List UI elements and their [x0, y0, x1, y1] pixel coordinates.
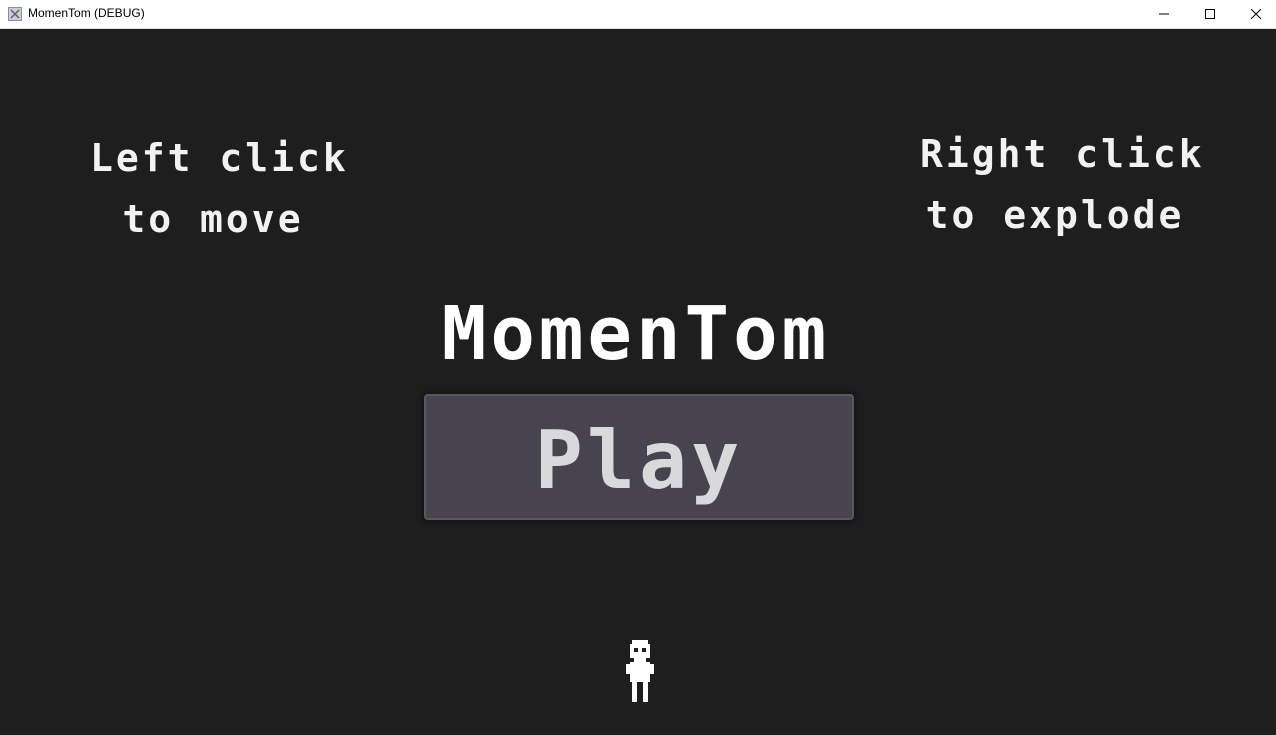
game-viewport[interactable]: Left click to move Right click to explod… [0, 29, 1276, 735]
left-hint-line1: Left click [90, 136, 349, 180]
app-icon [8, 7, 22, 21]
minimize-button[interactable] [1141, 0, 1187, 28]
right-hint-line2: to explode [925, 193, 1185, 237]
close-button[interactable] [1233, 0, 1276, 28]
close-icon [1251, 9, 1261, 19]
right-hint-line1: Right click [920, 132, 1205, 176]
right-click-hint: Right click to explode [920, 124, 1205, 246]
play-button-label: Play [534, 414, 744, 507]
game-title: MomenTom [441, 291, 831, 377]
left-click-hint: Left click to move [90, 128, 349, 250]
maximize-button[interactable] [1187, 0, 1233, 28]
window-title: MomenTom (DEBUG) [28, 6, 145, 20]
maximize-icon [1205, 9, 1215, 19]
player-character-sprite [626, 640, 656, 702]
left-hint-line2: to move [122, 197, 304, 241]
play-button[interactable]: Play [424, 394, 854, 520]
minimize-icon [1159, 13, 1169, 15]
window-titlebar[interactable]: MomenTom (DEBUG) [0, 0, 1276, 29]
